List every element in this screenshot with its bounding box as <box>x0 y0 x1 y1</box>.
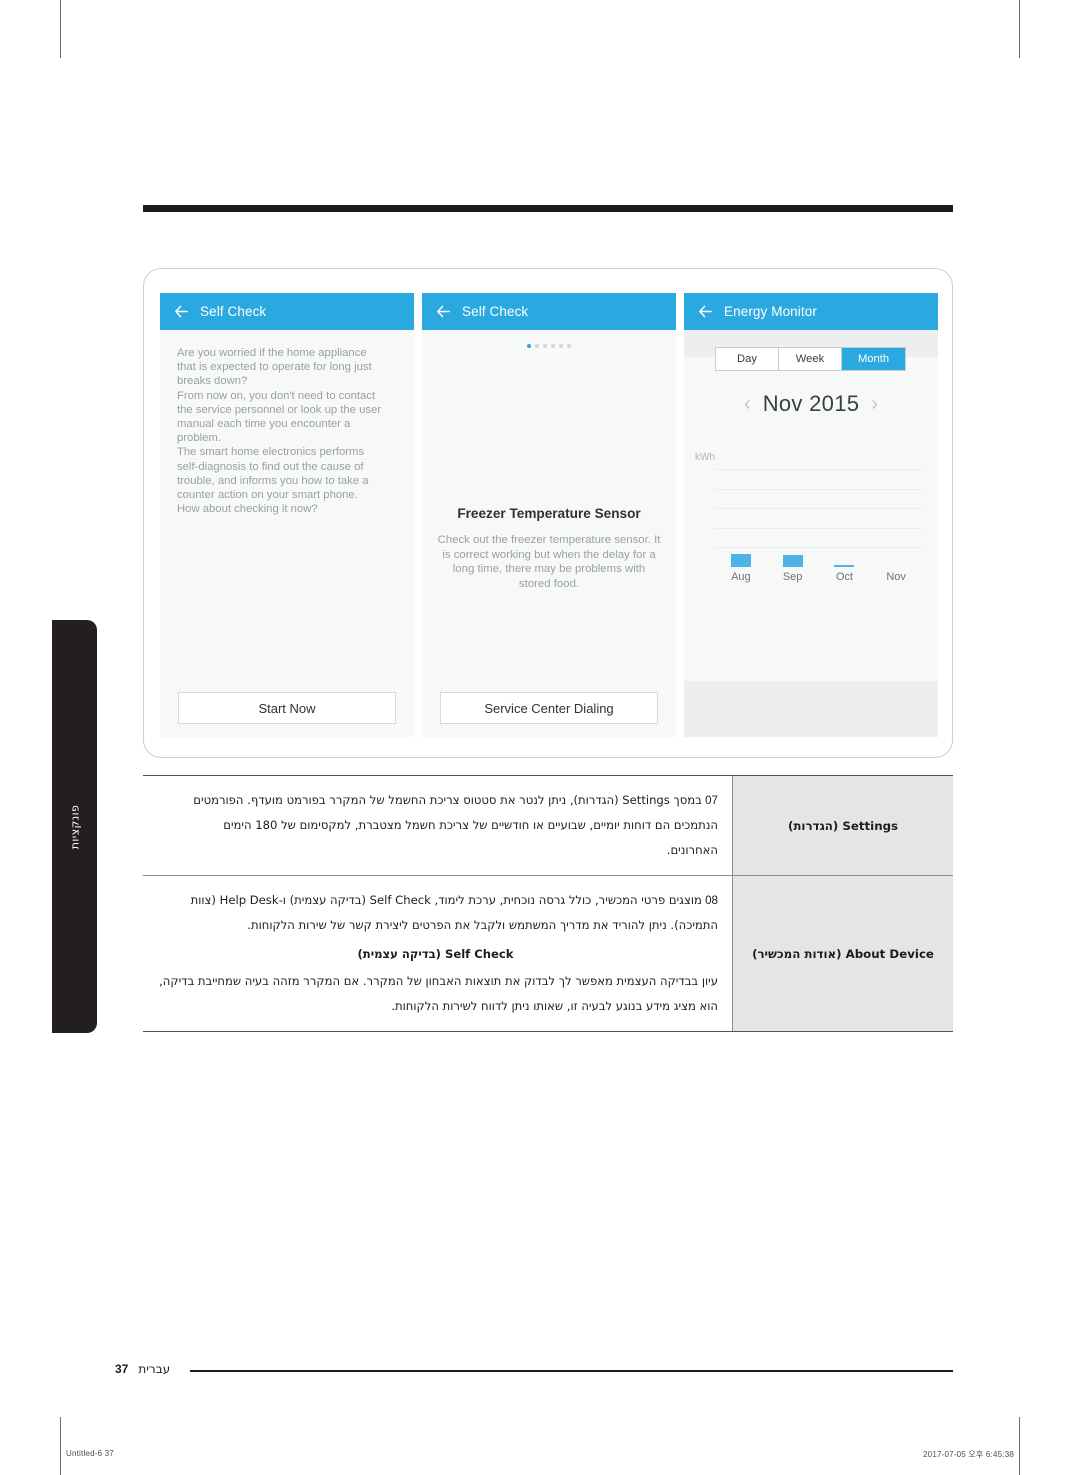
chart-bar-slot <box>870 469 922 567</box>
page-footer: 37 עברית <box>115 1362 170 1376</box>
service-center-dialing-button[interactable]: Service Center Dialing <box>440 692 658 724</box>
chart-x-tick-label: Nov <box>886 571 906 583</box>
print-footer-right: 2017-07-05 오후 6:45:38 <box>923 1450 1014 1459</box>
section-side-tab: פונקציות <box>52 620 97 1033</box>
description-line: הנתמכים הם דוחות יומיים, שבועיים או חודש… <box>223 818 718 832</box>
sensor-description: Check out the freezer temperature sensor… <box>437 534 661 590</box>
pagination-dot[interactable] <box>527 344 531 348</box>
pagination-dot[interactable] <box>559 344 563 348</box>
start-now-button[interactable]: Start Now <box>178 692 396 724</box>
page-number: 37 <box>115 1362 129 1376</box>
app-bar-energy-monitor: Energy Monitor <box>684 293 938 330</box>
pagination-dot[interactable] <box>543 344 547 348</box>
description-line: 08 מוצגים פרטי המכשיר, כולל גרסה נוכחית,… <box>190 893 718 907</box>
screenshot-card: Self Check Are you worried if the home a… <box>143 268 953 758</box>
self-check-result-body: Freezer Temperature Sensor Check out the… <box>422 330 676 679</box>
chevron-left-icon[interactable]: ‹ <box>744 394 751 414</box>
crop-mark-top-right <box>1019 0 1020 58</box>
chart-x-axis-labels: Aug Sep Oct Nov <box>715 571 922 583</box>
sensor-title: Freezer Temperature Sensor <box>457 506 641 521</box>
chevron-right-icon[interactable]: › <box>871 394 878 414</box>
app-bar-title: Self Check <box>462 304 529 319</box>
feature-reference-table: 07 במסך Settings (הגדרות), ניתן לנטר את … <box>143 775 953 1032</box>
chart-bar <box>834 565 855 567</box>
description-subheading: Self Check (בדיקה עצמית) <box>357 947 514 961</box>
crop-mark-bottom-left <box>60 1417 61 1475</box>
table-cell-label: Settings (הגדרות) <box>733 776 953 875</box>
description-line: 07 במסך Settings (הגדרות), ניתן לנטר את … <box>193 793 718 807</box>
feature-name: Settings (הגדרות) <box>787 818 899 833</box>
app-bar-title: Self Check <box>200 304 267 319</box>
current-month-label: Nov 2015 <box>762 391 860 416</box>
app-bar-title: Energy Monitor <box>724 304 817 319</box>
row-number: 07 <box>701 794 718 807</box>
phone-screen-self-check-intro: Self Check Are you worried if the home a… <box>160 293 414 737</box>
chart-x-tick-label: Oct <box>835 571 853 583</box>
month-navigator: ‹ Nov 2015 › <box>684 391 938 417</box>
pagination-dot[interactable] <box>551 344 555 348</box>
self-check-intro-text: Are you worried if the home appliance th… <box>177 347 382 516</box>
row-number: 08 <box>701 894 718 907</box>
chart-bars <box>715 469 922 567</box>
app-bar-self-check-intro: Self Check <box>160 293 414 330</box>
table-cell-description: 07 במסך Settings (הגדרות), ניתן לנטר את … <box>143 776 733 875</box>
table-cell-description: 08 מוצגים פרטי המכשיר, כולל גרסה נוכחית,… <box>143 876 733 1031</box>
energy-monitor-bottom-strip <box>684 681 938 737</box>
chart-bar-slot <box>767 469 819 567</box>
description-line: עיון בבדיקה העצמית מאפשר לך לבדוק את תוצ… <box>159 974 718 988</box>
description-line: האחרונים. <box>666 843 718 857</box>
page-language-label: עברית <box>138 1362 171 1376</box>
crop-mark-top-left <box>60 0 61 58</box>
period-tab-month[interactable]: Month <box>842 348 905 370</box>
print-footer-left: Untitled-6 37 <box>66 1449 114 1458</box>
section-side-tab-label: פונקציות <box>68 804 81 849</box>
pagination-dot[interactable] <box>535 344 539 348</box>
feature-name: About Device (אודות המכשיר) <box>752 946 934 961</box>
chart-bar <box>730 554 751 567</box>
self-check-intro-body: Are you worried if the home appliance th… <box>160 330 414 679</box>
phone-screens-row: Self Check Are you worried if the home a… <box>160 293 940 737</box>
app-bar-self-check-result: Self Check <box>422 293 676 330</box>
self-check-intro-footer: Start Now <box>160 679 414 737</box>
self-check-result-footer: Service Center Dialing <box>422 679 676 737</box>
table-row: 08 מוצגים פרטי המכשיר, כולל גרסה נוכחית,… <box>143 876 953 1031</box>
period-segmented-control[interactable]: Day Week Month <box>715 347 906 371</box>
pagination-dot[interactable] <box>567 344 571 348</box>
period-tab-week[interactable]: Week <box>779 348 842 370</box>
crop-mark-bottom-right <box>1019 1417 1020 1475</box>
back-arrow-icon[interactable] <box>174 304 189 319</box>
energy-monitor-body: Day Week Month ‹ Nov 2015 › kWh Aug Sep Oct N… <box>684 330 938 737</box>
back-arrow-icon[interactable] <box>698 304 713 319</box>
page-footer-rule <box>190 1370 953 1372</box>
chart-x-tick-label: Aug <box>731 571 751 583</box>
phone-screen-energy-monitor: Energy Monitor Day Week Month ‹ Nov 2015 ›… <box>684 293 938 737</box>
description-line: הוא מציג מידע בנוגע לבעיה זו, שאותו ניתן… <box>391 999 718 1013</box>
chart-y-axis-label: kWh <box>695 452 715 463</box>
phone-screen-self-check-result: Self Check Freezer Temperature Sensor Ch… <box>422 293 676 737</box>
back-arrow-icon[interactable] <box>436 304 451 319</box>
period-tab-day[interactable]: Day <box>716 348 779 370</box>
chart-bar-slot <box>819 469 871 567</box>
chart-bar <box>782 555 803 567</box>
chart-bar-slot <box>715 469 767 567</box>
table-cell-label: About Device (אודות המכשיר) <box>733 876 953 1031</box>
chart-x-tick-label: Sep <box>782 571 803 583</box>
pagination-dots[interactable] <box>422 344 676 348</box>
table-row: 07 במסך Settings (הגדרות), ניתן לנטר את … <box>143 776 953 876</box>
top-divider-rule <box>143 205 953 212</box>
description-line: התמיכה). ניתן להוריד את מדריך המשתמש ולק… <box>247 918 718 932</box>
